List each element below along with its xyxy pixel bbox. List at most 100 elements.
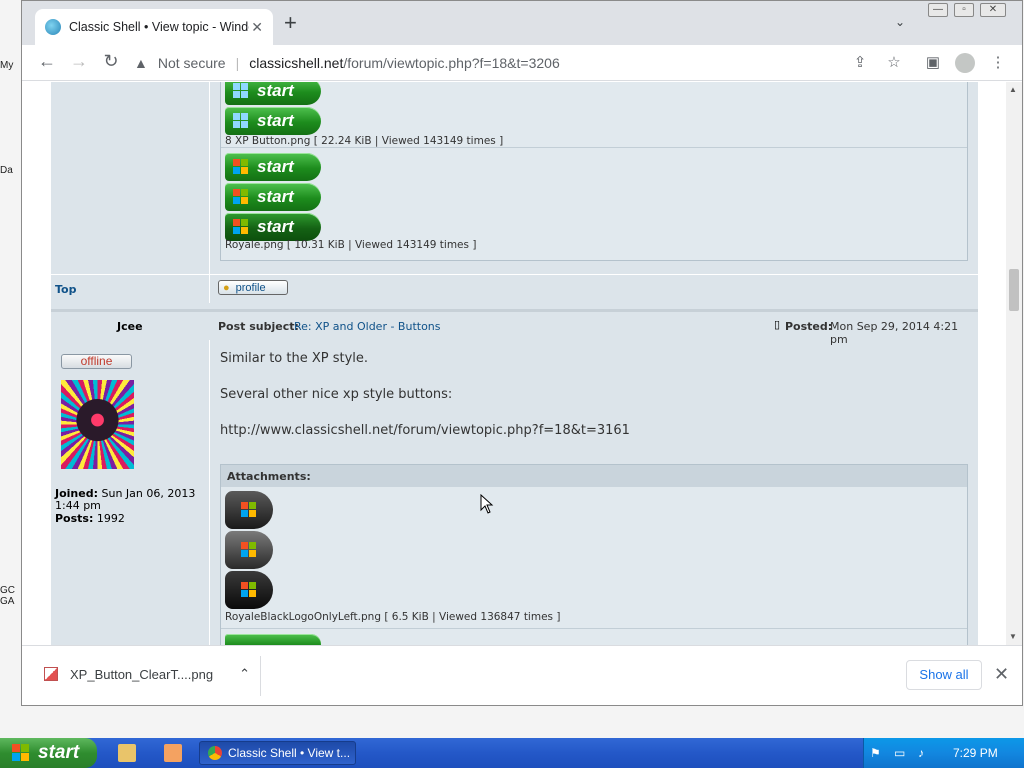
- windows-logo-icon: [241, 582, 257, 598]
- attachments-box: Attachments: RoyaleBlackLogoOnlyLeft.png…: [220, 464, 968, 645]
- forum-thread: start start 8 XP Button.png [ 22.24 KiB …: [51, 82, 978, 645]
- volume-icon[interactable]: ♪: [918, 746, 932, 760]
- start-button-xp-image[interactable]: start: [225, 183, 321, 211]
- address-bar[interactable]: ▲ Not secure | classicshell.net/forum/vi…: [134, 49, 904, 77]
- joined-info: Joined: Sun Jan 06, 2013 1:44 pm: [55, 488, 205, 512]
- start-label: start: [257, 82, 294, 100]
- prev-post-author-column: [51, 82, 209, 274]
- royale-black-orb-image[interactable]: [225, 491, 273, 529]
- posts-count: Posts: 1992: [55, 512, 125, 525]
- post-body-line: Several other nice xp style buttons:: [220, 387, 453, 402]
- start-label: start: [257, 187, 294, 206]
- browser-window: Classic Shell • View topic - Windows ✕ +…: [21, 0, 1023, 706]
- maximize-button[interactable]: ▫: [954, 3, 974, 17]
- profile-avatar-icon[interactable]: [955, 53, 975, 73]
- windows8-flag-icon: [233, 83, 249, 99]
- vertical-scrollbar[interactable]: ▲ ▼: [1006, 82, 1022, 645]
- warning-triangle-icon[interactable]: ▲: [134, 55, 148, 71]
- post-author[interactable]: Jcee: [117, 320, 143, 333]
- start-label: start: [257, 217, 294, 236]
- post-subject[interactable]: Re: XP and Older - Buttons: [294, 320, 441, 333]
- new-tab-button[interactable]: +: [284, 12, 297, 34]
- attachment-caption: Royale.png [ 10.31 KiB | Viewed 143149 t…: [225, 239, 477, 251]
- posts-value: 1992: [96, 512, 125, 525]
- windows-xp-flag-icon: [233, 219, 249, 235]
- thread-link[interactable]: http://www.classicshell.net/forum/viewto…: [220, 423, 630, 438]
- download-item[interactable]: XP_Button_ClearT....png ⌃: [44, 666, 250, 682]
- desktop-icon-data[interactable]: Da: [0, 165, 22, 176]
- start-button[interactable]: start: [0, 738, 97, 768]
- tab-search-chevron-icon[interactable]: ⌄: [895, 15, 905, 29]
- chevron-up-icon[interactable]: ⌃: [239, 666, 250, 682]
- desktop-icon-game[interactable]: GC GA: [0, 585, 22, 607]
- reload-icon[interactable]: ↻: [99, 51, 123, 72]
- media-player-icon[interactable]: [164, 744, 182, 762]
- windows8-flag-icon: [233, 113, 249, 129]
- browser-toolbar: ← → ↻ ▲ Not secure | classicshell.net/fo…: [22, 45, 1022, 81]
- posts-label: Posts:: [55, 512, 94, 525]
- tab-title: Classic Shell • View topic - Windows: [69, 20, 249, 34]
- scroll-down-arrow-icon[interactable]: ▼: [1009, 632, 1017, 641]
- share-icon[interactable]: ⇪: [849, 53, 871, 71]
- download-file-name: XP_Button_ClearT....png: [70, 666, 214, 682]
- tab-strip: Classic Shell • View topic - Windows ✕ +…: [22, 1, 1022, 45]
- top-link[interactable]: Top: [55, 283, 76, 296]
- taskbar-chrome-item[interactable]: Classic Shell • View t...: [199, 741, 356, 765]
- start-button-xp-image[interactable]: start: [225, 213, 321, 241]
- windows-logo-icon: [241, 542, 257, 558]
- classic-shell-favicon-icon: [45, 19, 61, 35]
- show-all-button[interactable]: Show all: [906, 660, 982, 690]
- forward-arrow-icon[interactable]: →: [67, 51, 91, 72]
- post-footer-left: Top: [51, 275, 209, 303]
- royale-black-orb-image[interactable]: [225, 531, 273, 569]
- profile-button[interactable]: ● profile: [218, 280, 288, 295]
- user-avatar: [61, 380, 134, 469]
- side-panel-icon[interactable]: ▣: [922, 53, 944, 71]
- scroll-up-arrow-icon[interactable]: ▲: [1009, 85, 1017, 94]
- network-icon[interactable]: ▭: [894, 746, 908, 760]
- post-subject-label: Post subject:: [218, 320, 299, 333]
- attachment-caption: 8 XP Button.png [ 22.24 KiB | Viewed 143…: [225, 135, 504, 147]
- minimize-button[interactable]: —: [928, 3, 948, 17]
- close-download-bar-icon[interactable]: ✕: [994, 664, 1009, 685]
- start-button-xp-image[interactable]: start: [225, 153, 321, 181]
- omnibox-separator: |: [235, 55, 240, 71]
- person-icon: ●: [223, 281, 230, 294]
- clock[interactable]: 7:29 PM: [953, 746, 998, 760]
- post-document-icon: ▯: [774, 319, 781, 331]
- close-window-button[interactable]: ✕: [980, 3, 1006, 17]
- profile-label: profile: [235, 281, 266, 294]
- start-button-image[interactable]: [225, 634, 321, 645]
- windows-logo-icon: [241, 502, 257, 518]
- royale-black-orb-image[interactable]: [225, 571, 273, 609]
- desktop-icon-my-computer[interactable]: My: [0, 60, 22, 71]
- url-host: classicshell.net: [249, 55, 344, 71]
- windows-xp-flag-icon: [233, 159, 249, 175]
- page-viewport: start start 8 XP Button.png [ 22.24 KiB …: [22, 82, 1006, 645]
- post-body-line: Similar to the XP style.: [220, 351, 369, 366]
- attachment-item: [221, 628, 967, 645]
- start-button-win8-image[interactable]: start: [225, 82, 321, 105]
- security-alert-icon[interactable]: ⚑: [870, 746, 884, 760]
- post-author-profile: offline Joined: Sun Jan 06, 2013 1:44 pm…: [51, 340, 209, 645]
- scroll-thumb[interactable]: [1009, 269, 1019, 311]
- menu-kebab-icon[interactable]: ⋮: [987, 53, 1009, 71]
- start-label: start: [257, 111, 294, 130]
- file-explorer-icon[interactable]: [118, 744, 136, 762]
- attachments-label: Attachments:: [221, 465, 967, 487]
- desktop-icon-label: My: [0, 60, 14, 71]
- start-label: start: [38, 742, 80, 763]
- tab-classic-shell[interactable]: Classic Shell • View topic - Windows ✕: [35, 9, 273, 45]
- prev-post-content: start start 8 XP Button.png [ 22.24 KiB …: [209, 82, 978, 274]
- desktop-icon-label: Da: [0, 165, 13, 176]
- url-path: /forum/viewtopic.php?f=18&t=3206: [343, 55, 560, 71]
- back-arrow-icon[interactable]: ←: [35, 51, 59, 72]
- offline-status-badge: offline: [61, 354, 132, 369]
- download-bar: XP_Button_ClearT....png ⌃ Show all ✕: [22, 645, 1022, 705]
- start-button-win8-image[interactable]: start: [225, 107, 321, 135]
- tab-close-icon[interactable]: ✕: [251, 19, 263, 36]
- attachment-caption: RoyaleBlackLogoOnlyLeft.png [ 6.5 KiB | …: [225, 611, 561, 623]
- bookmark-star-icon[interactable]: ☆: [883, 53, 905, 71]
- security-status[interactable]: Not secure: [158, 55, 226, 71]
- attachment-item: start start start Royale.png [ 10.31 KiB…: [221, 147, 967, 260]
